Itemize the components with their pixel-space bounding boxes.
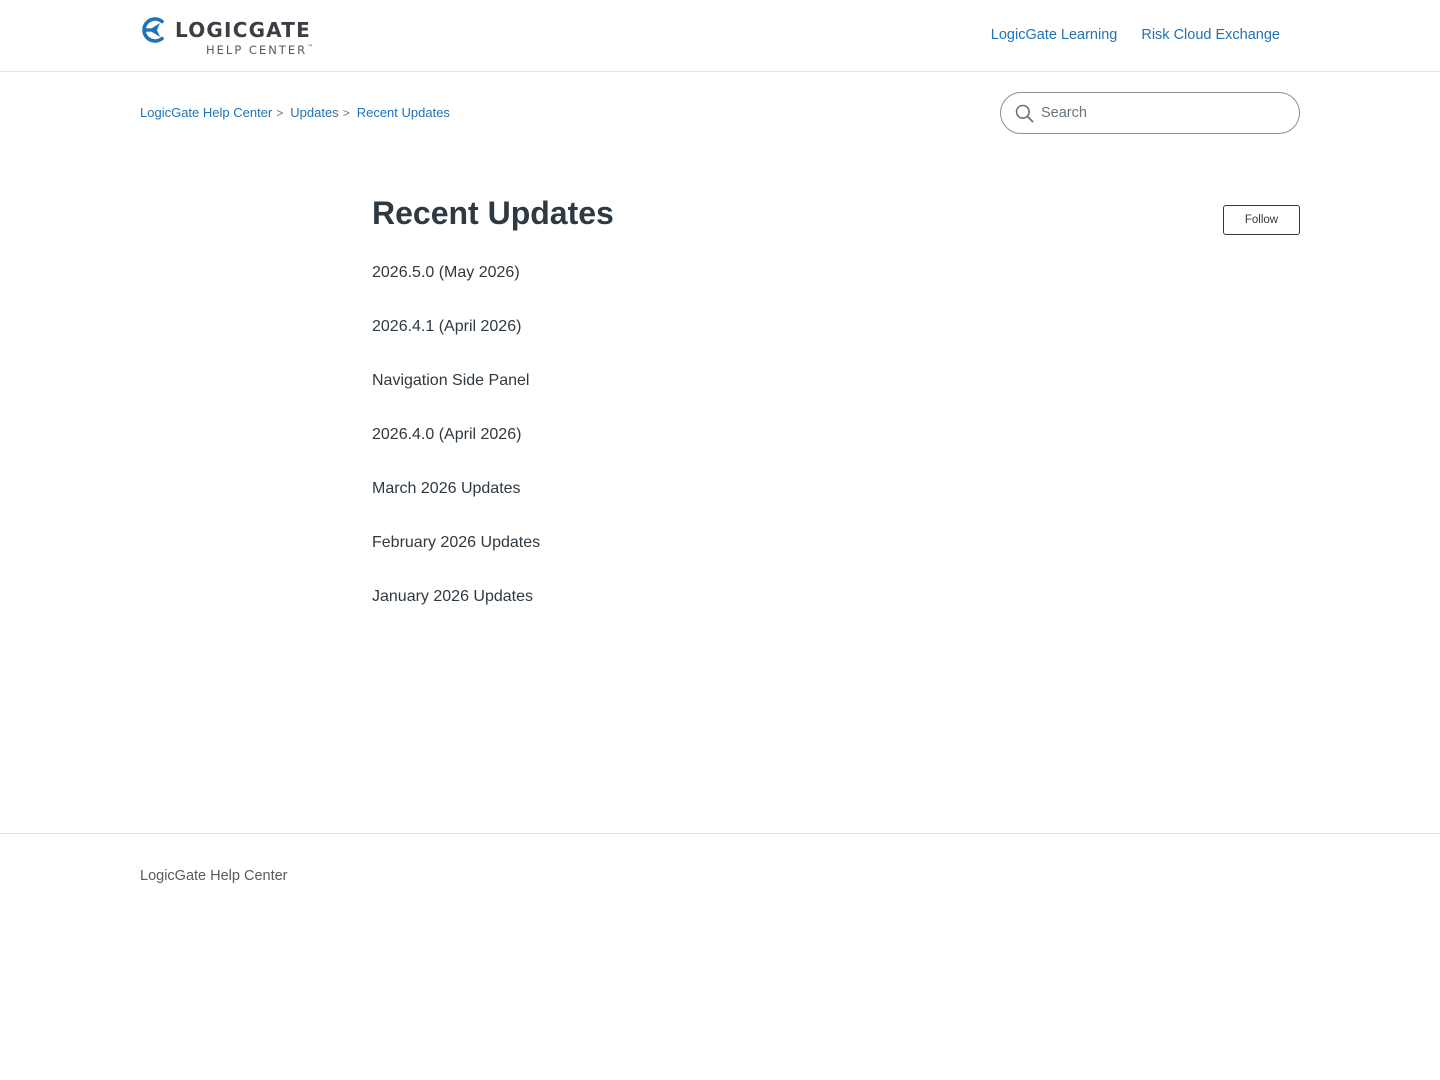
list-item: 2026.5.0 (May 2026): [372, 261, 540, 315]
list-item: Navigation Side Panel: [372, 369, 540, 423]
article-link[interactable]: 2026.5.0 (May 2026): [372, 264, 520, 281]
breadcrumb-updates[interactable]: Updates: [290, 104, 338, 122]
logicgate-help-center-logo[interactable]: LOGICGATE HELP CENTER™: [140, 15, 320, 57]
nav-link-risk-cloud-exchange[interactable]: Risk Cloud Exchange: [1141, 24, 1280, 46]
breadcrumb-separator: >: [276, 106, 284, 120]
search-input[interactable]: [1041, 94, 1291, 132]
article-list: 2026.5.0 (May 2026) 2026.4.1 (April 2026…: [372, 261, 540, 639]
list-item: March 2026 Updates: [372, 477, 540, 531]
logo-subtitle: HELP CENTER™: [206, 43, 314, 57]
article-link[interactable]: 2026.4.0 (April 2026): [372, 426, 521, 443]
breadcrumb: LogicGate Help Center > Updates > Recent…: [140, 104, 450, 122]
top-nav: LogicGate Learning Risk Cloud Exchange: [991, 24, 1280, 46]
search-icon: [1015, 104, 1034, 123]
list-item: February 2026 Updates: [372, 531, 540, 585]
article-link[interactable]: March 2026 Updates: [372, 480, 521, 497]
article-link[interactable]: January 2026 Updates: [372, 588, 533, 605]
logo-wordmark: LOGICGATE: [175, 18, 312, 42]
breadcrumb-separator: >: [342, 106, 350, 120]
list-item: 2026.4.0 (April 2026): [372, 423, 540, 477]
follow-button[interactable]: Follow: [1223, 205, 1300, 235]
logicgate-logo-icon: [142, 17, 164, 43]
article-link[interactable]: 2026.4.1 (April 2026): [372, 318, 521, 335]
page-title: Recent Updates: [372, 195, 614, 231]
footer-help-center-link[interactable]: LogicGate Help Center: [140, 866, 288, 886]
list-item: 2026.4.1 (April 2026): [372, 315, 540, 369]
breadcrumb-help-center[interactable]: LogicGate Help Center: [140, 104, 272, 122]
search-form: [1000, 92, 1300, 134]
article-link[interactable]: February 2026 Updates: [372, 534, 540, 551]
trademark-symbol: ™: [307, 44, 314, 51]
site-footer: LogicGate Help Center: [0, 833, 1440, 1080]
breadcrumb-recent-updates[interactable]: Recent Updates: [357, 104, 450, 122]
nav-link-logicgate-learning[interactable]: LogicGate Learning: [991, 24, 1118, 46]
article-link[interactable]: Navigation Side Panel: [372, 372, 529, 389]
list-item: January 2026 Updates: [372, 585, 540, 639]
site-header: LOGICGATE HELP CENTER™ LogicGate Learnin…: [0, 0, 1440, 72]
